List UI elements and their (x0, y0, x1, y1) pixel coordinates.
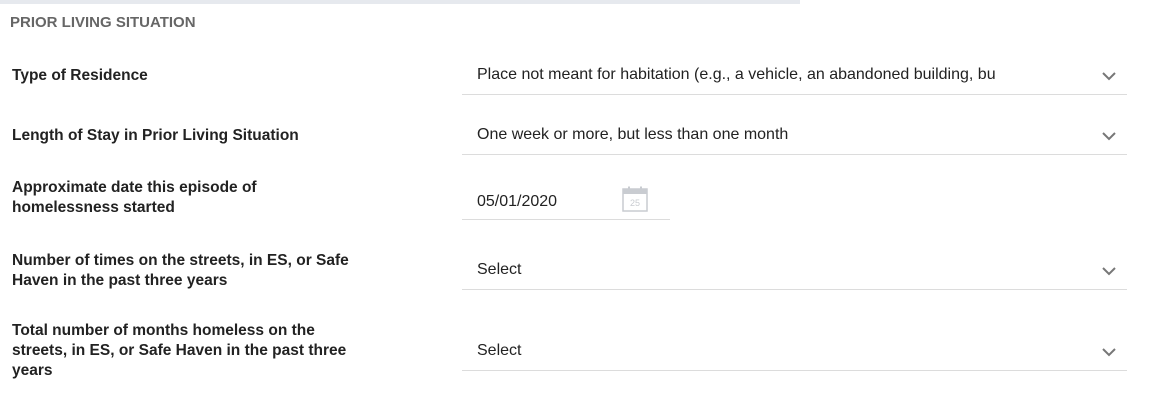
approx-date-label: Approximate date this episode of homeles… (12, 178, 412, 218)
length-of-stay-value: One week or more, but less than one mont… (477, 126, 789, 143)
type-of-residence-label: Type of Residence (12, 67, 148, 84)
times-on-streets-select[interactable]: Select (462, 250, 1127, 290)
times-on-streets-value: Select (477, 261, 522, 278)
section-title: PRIOR LIVING SITUATION (10, 14, 196, 31)
chevron-down-icon (1102, 267, 1116, 276)
times-on-streets-label-line2: Haven in the past three years (12, 272, 228, 289)
months-homeless-select[interactable]: Select (462, 331, 1127, 371)
calendar-day: 25 (630, 198, 640, 208)
months-homeless-label-line2: streets, in ES, or Safe Haven in the pas… (12, 342, 347, 359)
months-homeless-label: Total number of months homeless on the s… (12, 321, 412, 381)
months-homeless-label-line1: Total number of months homeless on the (12, 322, 315, 339)
approx-date-field[interactable]: 05/01/2020 25 (462, 180, 670, 220)
chevron-down-icon (1102, 72, 1116, 81)
chevron-down-icon (1102, 132, 1116, 141)
months-homeless-label-line3: years (12, 362, 53, 379)
type-of-residence-select[interactable]: Place not meant for habitation (e.g., a … (462, 55, 1127, 95)
months-homeless-value: Select (477, 342, 522, 359)
calendar-icon[interactable]: 25 (622, 186, 648, 212)
approx-date-value: 05/01/2020 (477, 193, 558, 210)
times-on-streets-label-line1: Number of times on the streets, in ES, o… (12, 252, 349, 269)
length-of-stay-label: Length of Stay in Prior Living Situation (12, 127, 299, 144)
type-of-residence-value: Place not meant for habitation (e.g., a … (477, 66, 996, 83)
length-of-stay-select[interactable]: One week or more, but less than one mont… (462, 115, 1127, 155)
times-on-streets-label: Number of times on the streets, in ES, o… (12, 251, 412, 291)
top-divider (0, 0, 800, 4)
approx-date-label-line1: Approximate date this episode of (12, 179, 257, 196)
chevron-down-icon (1102, 348, 1116, 357)
approx-date-label-line2: homelessness started (12, 199, 175, 216)
